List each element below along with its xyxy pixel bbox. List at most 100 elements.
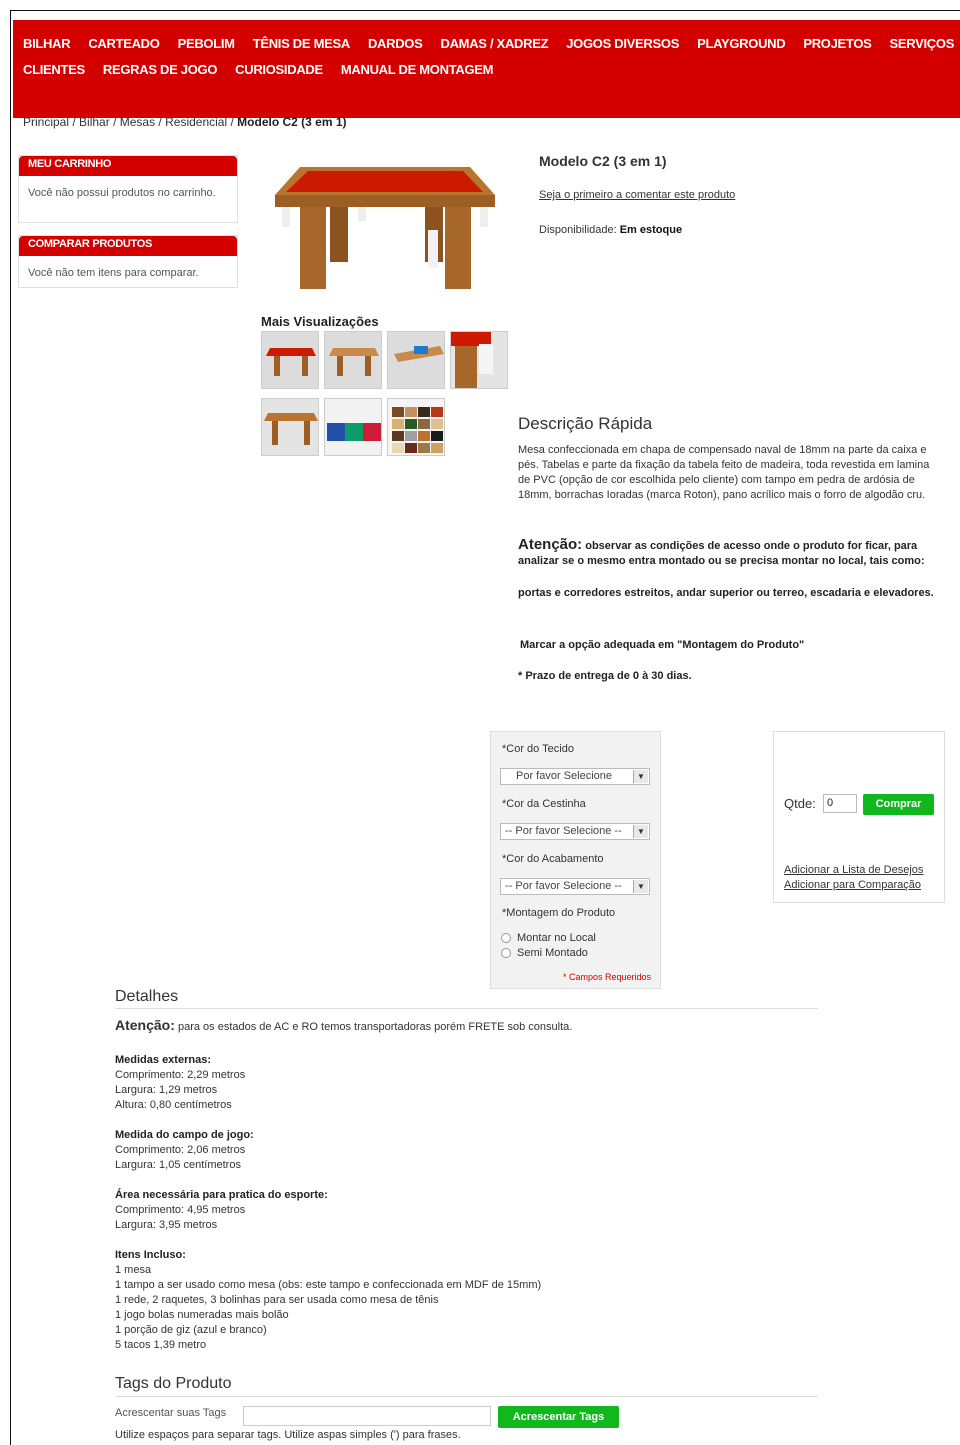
thumbnail-3[interactable] <box>387 331 445 389</box>
chevron-down-icon: ▼ <box>633 825 648 838</box>
assembly-option-onsite-label: Montar no Local <box>517 932 596 944</box>
basket-color-select[interactable]: -- Por favor Selecione -- ▼ <box>500 823 650 840</box>
attention-note-3: Marcar a opção adequada em "Montagem do … <box>520 639 805 651</box>
assembly-option-semi[interactable]: Semi Montado <box>501 947 588 959</box>
details-title: Detalhes <box>115 988 179 1005</box>
included-item: 1 mesa <box>115 1264 152 1276</box>
quick-description-title: Descrição Rápida <box>518 414 653 433</box>
included-item: 1 jogo bolas numeradas mais bolão <box>115 1309 289 1321</box>
attention-word: Atenção: <box>518 536 583 553</box>
nav-item-clientes[interactable]: CLIENTES <box>23 62 85 77</box>
buy-button[interactable]: Comprar <box>863 794 934 815</box>
details-content: Atenção: para os estados de AC e RO temo… <box>115 1018 815 1353</box>
more-views-title: Mais Visualizações <box>261 314 379 329</box>
breadcrumb-mesas[interactable]: Mesas <box>120 115 155 129</box>
nav-item-dardos[interactable]: DARDOS <box>368 36 423 51</box>
field-dimensions-line: Largura: 1,05 centímetros <box>115 1159 241 1171</box>
breadcrumb-residencial[interactable]: Residencial <box>165 115 227 129</box>
tags-hint: Utilize espaços para separar tags. Utili… <box>115 1429 461 1441</box>
first-review-link[interactable]: Seja o primeiro a comentar este produto <box>539 189 735 201</box>
tags-divider <box>115 1396 818 1397</box>
fabric-color-select[interactable]: Por favor Selecione ▼ <box>500 768 650 785</box>
thumbnail-4[interactable] <box>450 331 508 389</box>
nav-item-pebolim[interactable]: PEBOLIM <box>178 36 235 51</box>
finish-color-label: *Cor do Acabamento <box>502 853 604 865</box>
pool-table-illustration <box>275 167 495 289</box>
quick-description-text: Mesa confeccionada em chapa de compensad… <box>518 444 930 501</box>
thumbnail-7[interactable] <box>387 398 445 456</box>
nav-item-jogos-diversos[interactable]: JOGOS DIVERSOS <box>566 36 679 51</box>
breadcrumb-separator: / <box>227 115 238 129</box>
thumbnail-2[interactable] <box>324 331 382 389</box>
nav-item-servicos[interactable]: SERVIÇOS <box>890 36 955 51</box>
assembly-option-semi-label: Semi Montado <box>517 947 588 959</box>
add-tags-input[interactable] <box>243 1406 491 1426</box>
main-navigation: BILHAR CARTEADO PEBOLIM TÊNIS DE MESA DA… <box>13 20 960 118</box>
add-tags-label: Acrescentar suas Tags <box>115 1407 227 1419</box>
quantity-input[interactable]: 0 <box>823 794 857 813</box>
compare-box-title: COMPARAR PRODUTOS <box>19 236 237 256</box>
fabric-color-label: *Cor do Tecido <box>502 743 574 755</box>
compare-box-text: Você não tem itens para comparar. <box>28 267 199 279</box>
required-area: Área necessária para pratica do esporte:… <box>115 1188 815 1233</box>
add-to-compare-link[interactable]: Adicionar para Comparação <box>784 879 921 891</box>
availability-label: Disponibilidade: <box>539 224 620 236</box>
basket-color-label: *Cor da Cestinha <box>502 798 586 810</box>
required-fields-note: * Campos Requeridos <box>562 972 651 982</box>
details-attention-text: para os estados de AC e RO temos transpo… <box>174 1021 573 1033</box>
external-dimensions-line: Largura: 1,29 metros <box>115 1084 218 1096</box>
product-main-image[interactable] <box>270 155 500 305</box>
field-dimensions: Medida do campo de jogo: Comprimento: 2,… <box>115 1128 815 1173</box>
product-title: Modelo C2 (3 em 1) <box>539 153 667 169</box>
assembly-option-onsite[interactable]: Montar no Local <box>501 932 596 944</box>
nav-item-tenis-de-mesa[interactable]: TÊNIS DE MESA <box>253 36 351 51</box>
frame-border-left <box>10 10 11 1445</box>
thumbnail-image-icon <box>388 332 444 388</box>
thumbnail-1[interactable] <box>261 331 319 389</box>
radio-button[interactable] <box>501 933 511 943</box>
details-divider <box>115 1008 818 1009</box>
add-to-wishlist-link[interactable]: Adicionar a Lista de Desejos <box>784 864 923 876</box>
cart-box-text: Você não possui produtos no carrinho. <box>28 187 216 199</box>
cart-box-title: MEU CARRINHO <box>19 156 237 176</box>
chevron-down-icon: ▼ <box>633 770 648 783</box>
external-dimensions-line: Altura: 0,80 centímetros <box>115 1099 232 1111</box>
thumbnail-5[interactable] <box>261 398 319 456</box>
breadcrumb-bilhar[interactable]: Bilhar <box>79 115 110 129</box>
nav-item-carteado[interactable]: CARTEADO <box>88 36 160 51</box>
thumbnail-image-icon <box>388 399 444 455</box>
included-item: 5 tacos 1,39 metro <box>115 1339 207 1351</box>
frame-border-top <box>10 10 960 11</box>
availability: Disponibilidade: Em estoque <box>539 224 682 236</box>
finish-color-value: -- Por favor Selecione -- <box>505 880 622 892</box>
radio-button[interactable] <box>501 948 511 958</box>
product-options-box: *Cor do Tecido Por favor Selecione ▼ *Co… <box>490 731 661 989</box>
nav-item-projetos[interactable]: PROJETOS <box>803 36 871 51</box>
thumbnail-image-icon <box>262 399 318 455</box>
nav-item-manual-de-montagem[interactable]: MANUAL DE MONTAGEM <box>341 62 494 77</box>
thumbnail-6[interactable] <box>324 398 382 456</box>
fabric-color-value: Por favor Selecione <box>516 770 612 782</box>
thumbnail-image-icon <box>325 399 381 455</box>
nav-item-playground[interactable]: PLAYGROUND <box>697 36 786 51</box>
nav-item-bilhar[interactable]: BILHAR <box>23 36 71 51</box>
finish-color-select[interactable]: -- Por favor Selecione -- ▼ <box>500 878 650 895</box>
nav-item-curiosidade[interactable]: CURIOSIDADE <box>235 62 323 77</box>
included-item: 1 tampo a ser usado como mesa (obs: este… <box>115 1279 542 1291</box>
nav-item-damas-xadrez[interactable]: DAMAS / XADREZ <box>440 36 548 51</box>
details-attention-word: Atenção: <box>115 1017 175 1033</box>
assembly-label: *Montagem do Produto <box>502 907 616 919</box>
required-area-line: Comprimento: 4,95 metros <box>115 1204 246 1216</box>
cart-box: MEU CARRINHO Você não possui produtos no… <box>18 155 238 223</box>
nav-row-1: BILHAR CARTEADO PEBOLIM TÊNIS DE MESA DA… <box>23 30 960 56</box>
nav-item-regras-de-jogo[interactable]: REGRAS DE JOGO <box>103 62 218 77</box>
breadcrumb-current: Modelo C2 (3 em 1) <box>237 115 347 129</box>
included-item: 1 porção de giz (azul e branco) <box>115 1324 267 1336</box>
add-tags-button[interactable]: Acrescentar Tags <box>498 1406 619 1428</box>
add-to-cart-box: Qtde: 0 Comprar Adicionar a Lista de Des… <box>773 731 945 903</box>
delivery-note: * Prazo de entrega de 0 à 30 dias. <box>518 670 692 682</box>
product-tags-title: Tags do Produto <box>115 1375 232 1392</box>
breadcrumb-principal[interactable]: Principal <box>23 115 69 129</box>
required-area-title: Área necessária para pratica do esporte: <box>115 1189 328 1201</box>
thumbnail-image-icon <box>325 332 381 388</box>
